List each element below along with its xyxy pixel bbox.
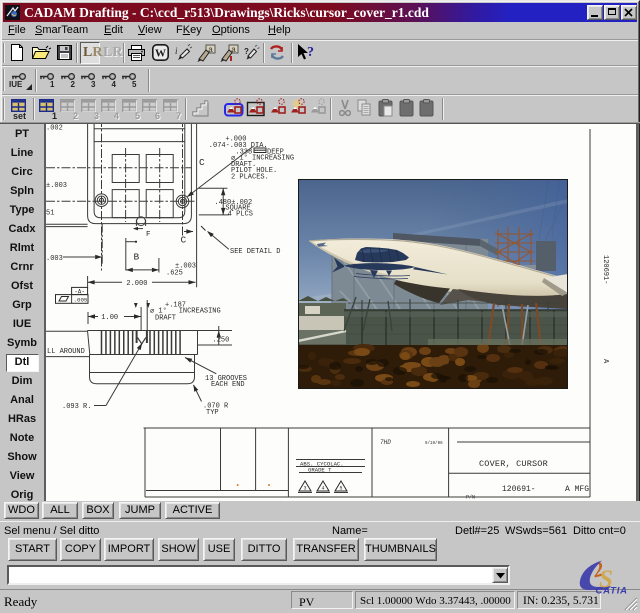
svg-text:1.00: 1.00 — [101, 314, 118, 322]
svg-text:COVER, CURSOR: COVER, CURSOR — [479, 459, 548, 469]
svg-text:C: C — [199, 157, 205, 168]
svg-text:±.003: ±.003 — [175, 263, 196, 271]
svg-text:120691-: 120691- — [502, 485, 536, 494]
svg-text:.005: .005 — [74, 296, 88, 303]
svg-text:5: 5 — [339, 486, 342, 492]
svg-text:B: B — [134, 252, 140, 263]
svg-text:LL AROUND: LL AROUND — [47, 348, 85, 356]
svg-text:4 PLCS: 4 PLCS — [228, 210, 253, 218]
svg-text:.003: .003 — [46, 255, 63, 263]
svg-text:3: 3 — [303, 486, 306, 492]
svg-text:GRADE T: GRADE T — [308, 467, 332, 474]
svg-text:P/N: P/N — [466, 495, 475, 501]
svg-text:4: 4 — [321, 486, 324, 492]
svg-text:9/19/96: 9/19/96 — [425, 441, 443, 446]
svg-text:2.000: 2.000 — [126, 280, 147, 288]
svg-text:2 PLACES.: 2 PLACES. — [231, 173, 269, 181]
svg-text:?: ? — [244, 47, 249, 56]
svg-text:?: ? — [307, 45, 314, 60]
svg-text:A MFG: A MFG — [565, 485, 589, 494]
svg-text:7HD: 7HD — [380, 439, 391, 446]
svg-text:a: a — [208, 46, 213, 55]
svg-text:a: a — [231, 46, 236, 55]
svg-text:i: i — [175, 46, 178, 56]
svg-text:.002: .002 — [46, 125, 63, 133]
svg-text:120691-: 120691- — [601, 255, 609, 284]
svg-text:CATIA: CATIA — [596, 586, 628, 596]
svg-text:INCREASING: INCREASING — [179, 308, 221, 316]
svg-text:.625: .625 — [166, 270, 183, 278]
svg-text:A: A — [601, 359, 609, 364]
svg-text:C: C — [181, 235, 187, 246]
svg-text:DRAFT: DRAFT — [155, 314, 176, 322]
svg-text:TYP: TYP — [206, 409, 219, 417]
svg-text:EACH END: EACH END — [211, 381, 245, 389]
svg-text:F: F — [146, 231, 151, 239]
svg-text:51: 51 — [46, 210, 54, 218]
svg-text:SEE DETAIL D: SEE DETAIL D — [230, 248, 280, 256]
svg-text:±.003: ±.003 — [46, 182, 67, 190]
svg-text:.093 R.: .093 R. — [62, 403, 91, 411]
svg-text:W: W — [155, 48, 166, 60]
